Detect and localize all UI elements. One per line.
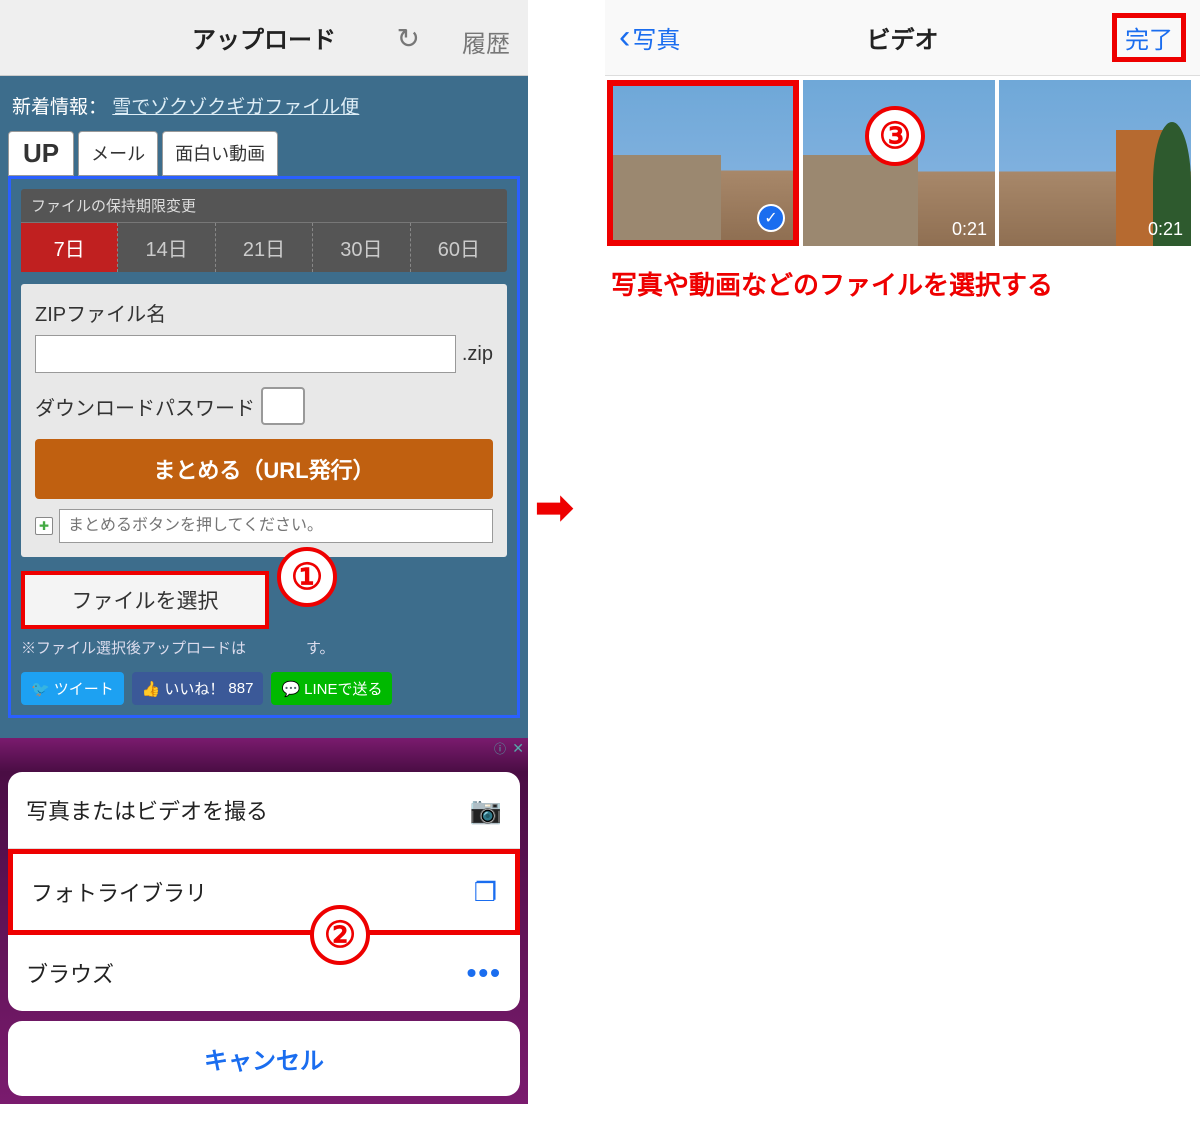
line-button[interactable]: 💬 LINEで送る	[271, 672, 392, 705]
ad-close-icon[interactable]: ✕	[512, 740, 524, 757]
cancel-button[interactable]: キャンセル	[8, 1021, 520, 1096]
chevron-left-icon: ‹	[619, 18, 630, 57]
sheet-browse-label: ブラウズ	[26, 957, 114, 989]
zip-name-input[interactable]	[35, 335, 456, 373]
tab-mail[interactable]: メール	[78, 131, 158, 176]
check-icon: ✓	[757, 204, 785, 232]
sheet-library-label: フォトライブラリ	[31, 876, 207, 908]
duration-2: 0:21	[952, 219, 987, 240]
ad-strip: ⓘ ✕	[0, 738, 528, 772]
thumbnails: ✓ 0:21 0:21 ③	[605, 76, 1200, 250]
zip-label: ZIPファイル名	[35, 298, 493, 327]
done-button[interactable]: 完了	[1112, 13, 1186, 62]
sheet-take-photo[interactable]: 写真またはビデオを撮る 📷	[8, 772, 520, 849]
upload-box: ファイルの保持期限変更 7日 14日 21日 30日 60日 ZIPファイル名 …	[8, 176, 520, 718]
tab-video[interactable]: 面白い動画	[162, 131, 278, 176]
retention-60[interactable]: 60日	[411, 223, 507, 272]
back-button[interactable]: ‹ 写真	[619, 18, 680, 57]
sheet-time: 12:00	[476, 976, 516, 994]
action-sheet-bg: 写真またはビデオを撮る 📷 フォトライブラリ ❐ ブラウズ ••• ② 12:0…	[0, 772, 528, 1104]
social-row: 🐦 ツイート 👍 いいね！ 887 💬 LINEで送る	[21, 672, 507, 705]
upload-body: 新着情報： 雪でゾクゾクギガファイル便 UP メール 面白い動画 ファイルの保持…	[0, 76, 528, 738]
like-label: いいね！	[164, 678, 224, 699]
hint-icon: ✚	[35, 517, 53, 535]
thumb-building	[613, 155, 721, 240]
form-area: ZIPファイル名 .zip ダウンロードパスワード まとめる（URL発行） ✚	[21, 284, 507, 557]
retention-14[interactable]: 14日	[118, 223, 215, 272]
thumb-3[interactable]: 0:21	[999, 80, 1191, 246]
upload-note: ※ファイル選択後アップロードは す。	[21, 637, 507, 658]
refresh-icon[interactable]: ↻	[397, 22, 420, 55]
bundle-button[interactable]: まとめる（URL発行）	[35, 439, 493, 499]
tweet-label: ツイート	[54, 678, 114, 699]
right-screen: ‹ 写真 ビデオ 完了 ✓ 0:21 0:21 ③ 写真や動画などのファイルを選…	[605, 0, 1200, 1136]
picker-title: ビデオ	[867, 20, 939, 55]
badge-3: ③	[865, 106, 925, 166]
retention-options: 7日 14日 21日 30日 60日	[21, 223, 507, 272]
hint-input[interactable]	[59, 509, 493, 543]
sheet-photo-library[interactable]: フォトライブラリ ❐	[8, 849, 520, 935]
action-sheet: 写真またはビデオを撮る 📷 フォトライブラリ ❐ ブラウズ ••• ②	[8, 772, 520, 1011]
back-label: 写真	[632, 20, 680, 55]
arrow-icon: ➡	[535, 480, 574, 534]
upload-navbar: アップロード ↻ 履歴	[0, 0, 528, 76]
badge-2: ②	[310, 905, 370, 965]
select-row: ファイルを選択 ①	[21, 571, 507, 629]
tweet-button[interactable]: 🐦 ツイート	[21, 672, 124, 705]
stack-icon: ❐	[474, 877, 497, 908]
tabs: UP メール 面白い動画	[8, 131, 520, 176]
thumb-1[interactable]: ✓	[607, 80, 799, 246]
pw-input[interactable]	[261, 387, 305, 425]
zip-ext: .zip	[462, 343, 493, 366]
retention-box: ファイルの保持期限変更 7日 14日 21日 30日 60日	[21, 189, 507, 272]
pw-label: ダウンロードパスワード	[35, 392, 255, 421]
news-link[interactable]: 雪でゾクゾクギガファイル便	[112, 97, 359, 118]
ad-info-icon[interactable]: ⓘ	[494, 740, 506, 757]
line-label: LINEで送る	[304, 678, 382, 699]
thumb-building	[803, 155, 918, 246]
news-row: 新着情報： 雪でゾクゾクギガファイル便	[8, 88, 520, 131]
tab-up[interactable]: UP	[8, 131, 74, 176]
retention-30[interactable]: 30日	[313, 223, 410, 272]
left-screen: アップロード ↻ 履歴 新着情報： 雪でゾクゾクギガファイル便 UP メール 面…	[0, 0, 528, 1136]
retention-7[interactable]: 7日	[21, 223, 118, 272]
sheet-take-photo-label: 写真またはビデオを撮る	[26, 794, 268, 826]
picker-navbar: ‹ 写真 ビデオ 完了	[605, 0, 1200, 76]
retention-header: ファイルの保持期限変更	[21, 189, 507, 223]
page-title: アップロード	[192, 20, 336, 55]
sheet-browse[interactable]: ブラウズ ••• ②	[8, 935, 520, 1011]
duration-3: 0:21	[1148, 219, 1183, 240]
badge-1: ①	[277, 547, 337, 607]
like-button[interactable]: 👍 いいね！ 887	[132, 672, 264, 705]
caption: 写真や動画などのファイルを選択する	[611, 266, 1194, 305]
retention-21[interactable]: 21日	[216, 223, 313, 272]
camera-icon: 📷	[470, 795, 502, 826]
history-link[interactable]: 履歴	[462, 24, 510, 59]
select-file-button[interactable]: ファイルを選択	[21, 571, 269, 629]
news-label: 新着情報：	[12, 97, 107, 118]
like-count: 887	[228, 680, 253, 697]
